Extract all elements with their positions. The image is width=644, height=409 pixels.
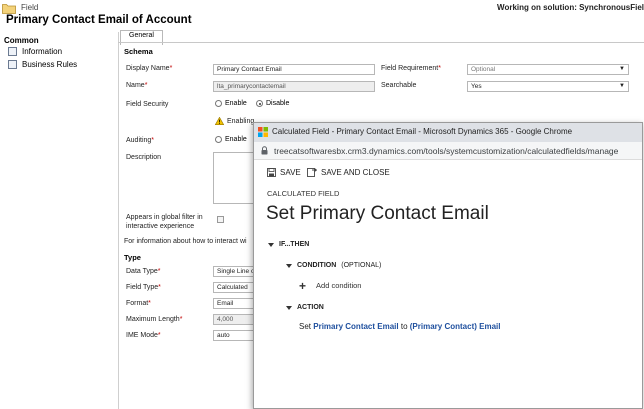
left-nav [0,32,108,409]
folder-icon [2,4,16,14]
name-label: Name* [126,82,148,89]
action-target-field[interactable]: Primary Contact Email [313,322,398,331]
header-subtitle: Field [21,3,39,12]
business-rules-icon [8,60,17,69]
name-input: lta_primarycontactemail [213,81,375,92]
max-length-label: Maximum Length* [126,316,183,323]
nav-group-common: Common [4,36,39,45]
format-label: Format* [126,300,151,307]
calculated-field-heading: Set Primary Contact Email [266,203,489,224]
ime-mode-select[interactable]: auto [213,330,253,341]
if-then-block[interactable]: IF...THEN [268,241,309,248]
window-title: Calculated Field - Primary Contact Email… [272,127,573,136]
info-text: For information about how to interact wi [124,238,247,245]
global-filter-label-line1: Appears in global filter in [126,214,203,221]
warning-icon [215,117,224,125]
type-section-title: Type [124,253,141,262]
field-type-select[interactable]: Calculated [213,282,253,293]
nav-item-label: Information [22,47,63,56]
global-filter-label-line2: interactive experience [126,223,195,230]
page-title: Primary Contact Email of Account [6,14,192,26]
field-type-label: Field Type* [126,284,161,291]
description-textarea[interactable] [213,152,253,204]
solution-label: Working on solution: SynchronousFiel [497,3,644,12]
display-name-label: Display Name* [126,65,173,72]
nav-item-label: Business Rules [22,60,78,69]
collapse-arrow-icon [286,305,292,310]
chevron-down-icon: ▼ [619,66,625,72]
field-security-enable-radio[interactable]: Enable [215,100,247,107]
data-type-select[interactable]: Single Line o [213,266,253,277]
field-security-label: Field Security [126,101,169,108]
data-type-label: Data Type* [126,268,161,275]
microsoft-logo-icon [258,127,268,137]
url-text: treecatsoftwaresbx.crm3.dynamics.com/too… [274,146,619,156]
auditing-enable-radio[interactable]: Enable [215,136,247,143]
information-icon [8,47,17,56]
condition-block[interactable]: CONDITION (OPTIONAL) [286,262,381,269]
lock-icon [261,146,268,155]
save-and-close-button[interactable]: SAVE AND CLOSE [307,168,390,177]
action-source-value[interactable]: (Primary Contact) Email [410,322,501,331]
field-requirement-label: Field Requirement* [381,65,441,72]
max-length-input: 4,000 [213,314,253,325]
calculated-field-label: CALCULATED FIELD [267,189,340,198]
collapse-arrow-icon [268,242,274,247]
collapse-arrow-icon [286,263,292,268]
action-block[interactable]: ACTION [286,304,324,311]
nav-item-information[interactable]: Information [8,47,62,56]
display-name-input[interactable]: Primary Contact Email [213,64,375,75]
description-label: Description [126,154,162,161]
searchable-label: Searchable [381,82,417,89]
save-button[interactable]: SAVE [267,168,301,177]
field-security-disable-radio[interactable]: Disable [256,100,289,107]
chevron-down-icon: ▼ [619,83,625,89]
nav-item-business-rules[interactable]: Business Rules [8,60,77,69]
calculated-field-window: Calculated Field - Primary Contact Email… [253,122,643,409]
global-filter-checkbox[interactable] [217,216,224,223]
plus-icon: + [299,278,307,293]
ime-mode-label: IME Mode* [126,332,161,339]
searchable-select[interactable]: Yes ▼ [467,81,629,92]
add-condition-button[interactable]: + Add condition [299,278,361,293]
format-select[interactable]: Email [213,298,253,309]
save-and-close-icon [307,168,317,177]
schema-section-title: Schema [124,47,153,56]
field-requirement-select[interactable]: Optional ▼ [467,64,629,75]
warning-text: Enabling [227,118,255,125]
action-statement[interactable]: Set Primary Contact Email to (Primary Co… [299,322,500,331]
save-icon [267,168,276,177]
auditing-label: Auditing* [126,137,155,144]
tab-divider [118,42,644,43]
